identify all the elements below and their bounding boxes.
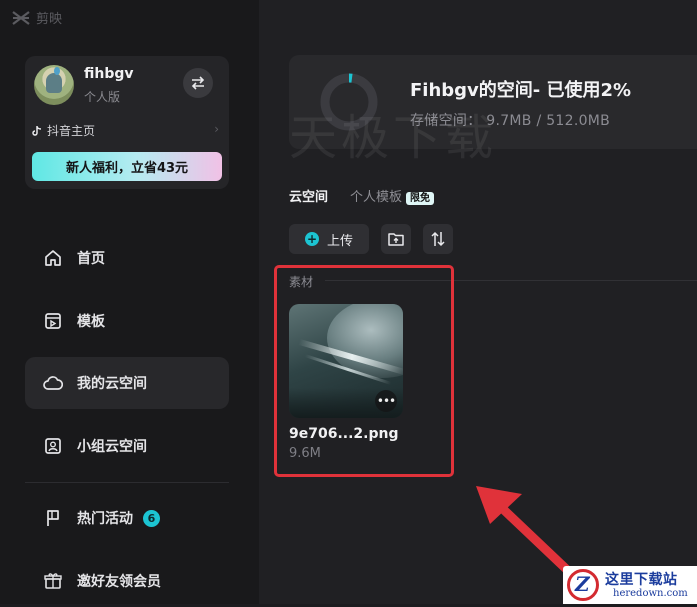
new-folder-button[interactable] (381, 224, 411, 254)
sidebar-item-group-cloud[interactable]: 小组云空间 (25, 420, 229, 472)
plus-icon: + (304, 232, 319, 246)
upload-button[interactable]: + 上传 (289, 224, 369, 254)
free-tag-badge: 限免 (406, 192, 435, 205)
notification-badge: 6 (143, 509, 160, 527)
flag-icon (43, 508, 63, 528)
sidebar-item-hot-events[interactable]: 热门活动 6 (25, 492, 229, 544)
site-logo-domain: heredown.com (613, 588, 688, 599)
sidebar-item-label: 我的云空间 (77, 376, 147, 392)
tab-cloud-space[interactable]: 云空间 (289, 186, 328, 205)
sort-icon (431, 231, 445, 247)
site-logo-mark: Z (575, 572, 590, 596)
cloud-icon (43, 373, 63, 393)
sidebar-item-label: 模板 (77, 314, 105, 330)
profile-tier: 个人版 (84, 90, 121, 104)
sidebar-item-label: 邀好友领会员 (77, 574, 161, 590)
watermark-text: 天极下载 (289, 110, 498, 166)
douyin-icon (32, 125, 42, 136)
sidebar-item-template[interactable]: 模板 (25, 295, 229, 347)
avatar[interactable] (34, 65, 74, 105)
upload-label: 上传 (326, 233, 353, 249)
douyin-homepage-link[interactable]: 抖音主页 › (31, 122, 221, 139)
toolbar: + 上传 (289, 224, 453, 254)
space-tabs: 云空间 个人模板 限免 (289, 186, 456, 205)
template-icon (43, 311, 63, 331)
gift-icon (43, 571, 63, 591)
chevron-right-icon: › (214, 122, 219, 136)
switch-account-button[interactable] (183, 68, 213, 98)
site-logo: Z 这里下载站 heredown.com (563, 566, 697, 604)
sidebar: 剪映 fihbgv 个人版 抖音主页 › 新人福利，立省43元 首页 模板 我的… (0, 0, 259, 604)
tab-personal-templates[interactable]: 个人模板 限免 (350, 186, 435, 205)
douyin-link-label: 抖音主页 (47, 124, 96, 138)
sidebar-item-label: 首页 (77, 251, 105, 267)
sidebar-item-home[interactable]: 首页 (25, 232, 229, 284)
sidebar-item-label: 小组云空间 (77, 439, 147, 455)
sidebar-item-invite-friends[interactable]: 邀好友领会员 (25, 555, 229, 607)
site-logo-name: 这里下载站 (605, 572, 678, 588)
promo-banner-button[interactable]: 新人福利，立省43元 (32, 152, 222, 181)
highlight-box (274, 265, 454, 477)
home-icon (43, 248, 63, 268)
app-name: 剪映 (36, 12, 63, 27)
swap-icon (191, 76, 205, 90)
tab-label: 个人模板 (350, 190, 403, 205)
folder-upload-icon (388, 233, 404, 246)
sidebar-divider (25, 482, 229, 483)
profile-username: fihbgv (84, 66, 134, 82)
sidebar-item-my-cloud[interactable]: 我的云空间 (25, 357, 229, 409)
profile-card: fihbgv 个人版 抖音主页 › 新人福利，立省43元 (25, 56, 229, 189)
sort-button[interactable] (423, 224, 453, 254)
sidebar-item-label: 热门活动 (77, 511, 133, 527)
capcut-logo-icon (12, 10, 30, 25)
app-logo: 剪映 (12, 8, 62, 27)
group-space-icon (43, 436, 63, 456)
